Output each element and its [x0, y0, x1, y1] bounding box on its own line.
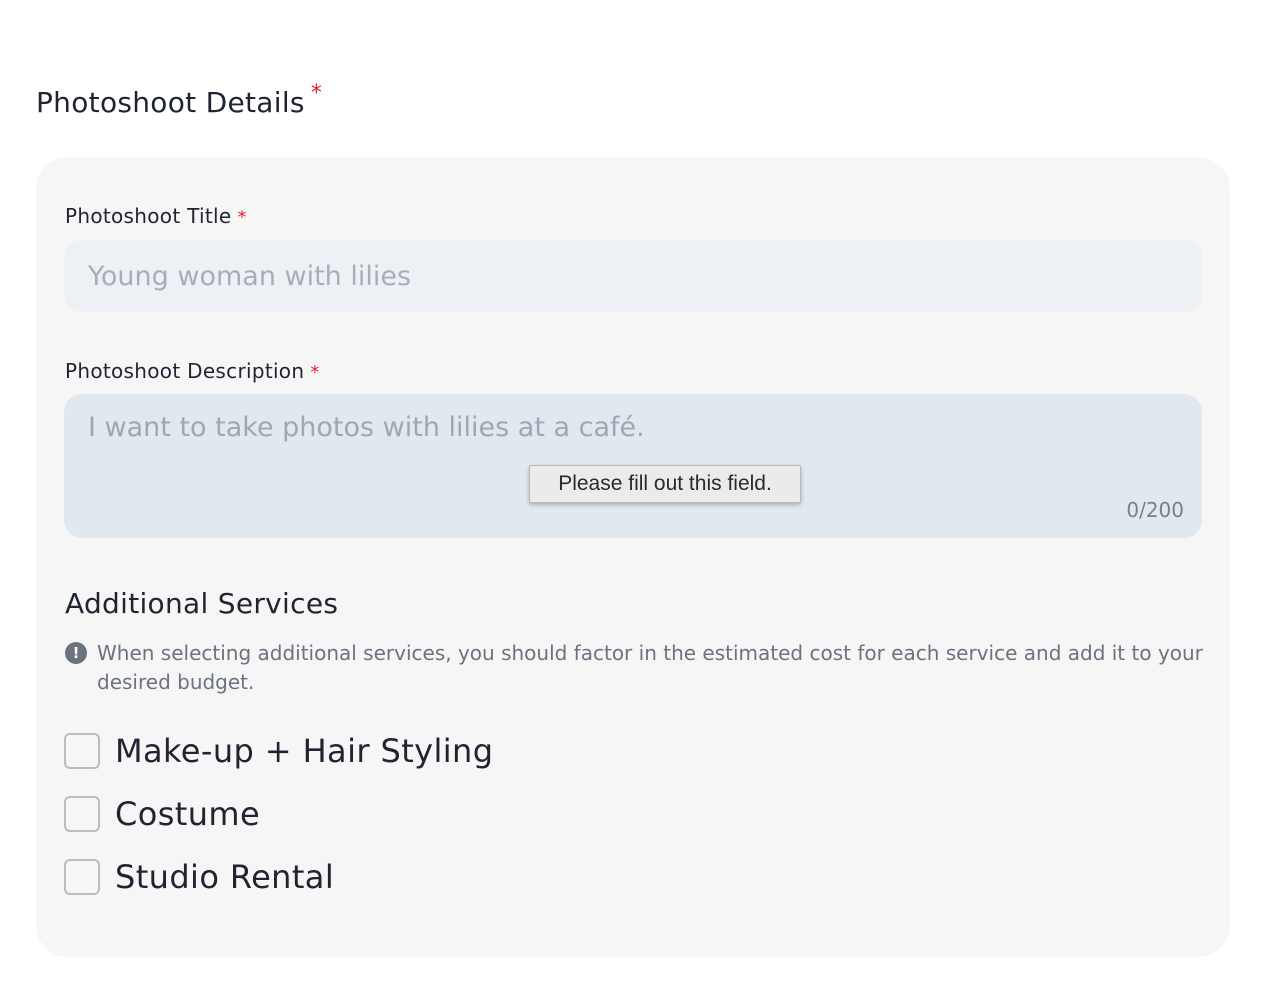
photoshoot-details-card: Photoshoot Title* Photoshoot Description… — [36, 157, 1230, 957]
costume-checkbox[interactable] — [64, 796, 100, 832]
studio-rental-checkbox[interactable] — [64, 859, 100, 895]
validation-tooltip: Please fill out this field. — [529, 465, 801, 503]
service-option-makeup-hair[interactable]: Make-up + Hair Styling — [64, 732, 493, 770]
photoshoot-title-label-text: Photoshoot Title — [65, 204, 232, 228]
costume-label: Costume — [115, 795, 261, 833]
photoshoot-description-label: Photoshoot Description * — [65, 359, 320, 383]
photoshoot-title-label: Photoshoot Title * — [65, 204, 247, 228]
section-title-text: Photoshoot Details — [36, 86, 305, 119]
photoshoot-description-label-text: Photoshoot Description — [65, 359, 305, 383]
makeup-hair-checkbox[interactable] — [64, 733, 100, 769]
service-option-studio-rental[interactable]: Studio Rental — [64, 858, 334, 896]
exclamation-circle-icon: ! — [65, 642, 87, 664]
service-option-costume[interactable]: Costume — [64, 795, 260, 833]
required-asterisk: * — [237, 207, 247, 228]
makeup-hair-label: Make-up + Hair Styling — [115, 732, 494, 770]
studio-rental-label: Studio Rental — [115, 858, 335, 896]
character-counter: 0/200 — [1126, 498, 1184, 522]
additional-services-heading: Additional Services — [65, 587, 339, 620]
required-asterisk: * — [310, 81, 323, 106]
required-asterisk: * — [310, 362, 320, 383]
photoshoot-title-input[interactable] — [64, 240, 1202, 312]
services-info-text: When selecting additional services, you … — [97, 641, 1203, 694]
services-info-note: ! When selecting additional services, yo… — [65, 639, 1205, 697]
section-title: Photoshoot Details * — [36, 81, 322, 119]
